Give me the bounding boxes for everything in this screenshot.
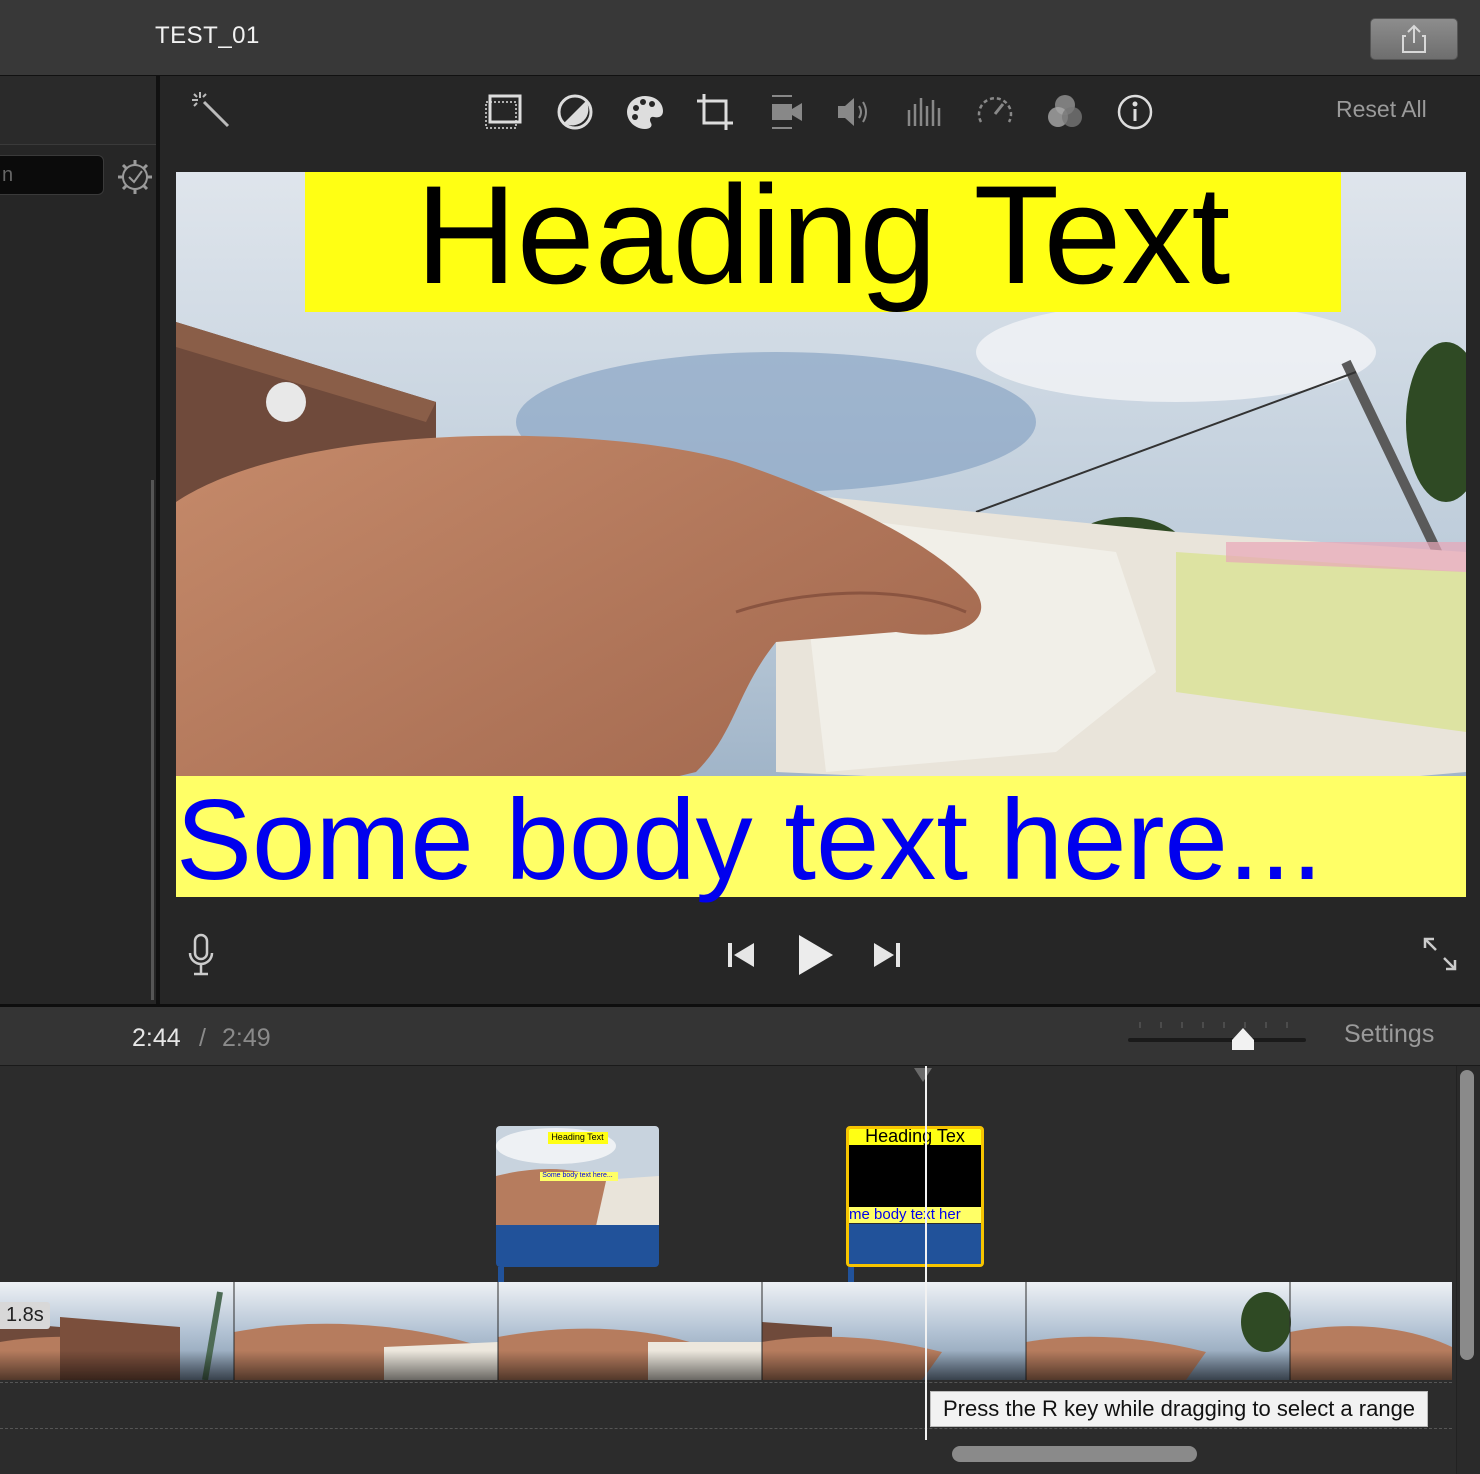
current-time: 2:44 — [132, 1024, 181, 1052]
playhead[interactable] — [925, 1066, 927, 1440]
skip-back-icon[interactable] — [726, 940, 756, 970]
timeline-zoom-slider[interactable] — [1128, 1018, 1306, 1054]
clip-heading-text: Heading Tex — [865, 1129, 965, 1145]
skip-forward-icon[interactable] — [872, 940, 902, 970]
clip-filter-icon[interactable] — [1045, 92, 1085, 132]
clip-body-text: me body text her — [849, 1207, 961, 1223]
body-title-text[interactable]: Some body text here... — [176, 778, 1323, 903]
search-input[interactable] — [0, 155, 104, 195]
project-title: TEST_01 — [155, 22, 260, 49]
search-placeholder: n — [2, 164, 14, 186]
clip-heading-text: Heading Text — [551, 1132, 604, 1142]
clip-black-frame — [849, 1145, 981, 1207]
clip-body-text: Some body text here... — [542, 1172, 613, 1179]
settings-button[interactable]: Settings — [1344, 1020, 1434, 1049]
skimmer-marker — [914, 1068, 932, 1082]
magic-wand-icon[interactable] — [190, 90, 232, 130]
heading-title-text[interactable]: Heading Text — [305, 160, 1341, 310]
share-button[interactable] — [1370, 18, 1458, 60]
title-clip[interactable]: Heading Text Some body text here... — [496, 1126, 659, 1267]
share-icon — [1402, 24, 1426, 53]
microphone-icon[interactable] — [186, 933, 216, 977]
crop-to-fill-icon[interactable] — [484, 92, 524, 132]
title-clip-bar — [496, 1225, 659, 1267]
clip-body-band: me body text her — [849, 1207, 981, 1223]
main-video-clip[interactable] — [0, 1282, 1452, 1380]
audio-lane-divider — [0, 1428, 1452, 1429]
noise-reduction-icon[interactable] — [905, 92, 945, 132]
total-time: 2:49 — [222, 1024, 271, 1052]
fullscreen-icon[interactable] — [1422, 936, 1458, 972]
duration-badge: 1.8s — [0, 1302, 50, 1329]
crop-icon[interactable] — [695, 92, 735, 132]
color-correction-icon[interactable] — [625, 92, 665, 132]
timeline-horizontal-scrollbar[interactable] — [952, 1446, 1197, 1462]
color-balance-icon[interactable] — [555, 92, 595, 132]
selected-title-clip[interactable]: Heading Tex me body text her — [846, 1126, 984, 1267]
speed-icon[interactable] — [975, 92, 1015, 132]
tooltip: Press the R key while dragging to select… — [930, 1391, 1429, 1427]
volume-icon[interactable] — [835, 92, 875, 132]
gear-icon[interactable] — [116, 158, 154, 196]
browser-scrollbar[interactable] — [151, 480, 154, 1000]
time-separator: / — [199, 1024, 206, 1052]
browser-panel — [0, 76, 156, 1004]
play-icon[interactable] — [795, 933, 835, 977]
audio-lane-divider — [0, 1382, 1452, 1383]
clip-heading-band: Heading Tex — [849, 1129, 981, 1145]
title-clip-bar — [849, 1224, 981, 1264]
reset-all-button[interactable]: Reset All — [1336, 96, 1427, 123]
stabilization-icon[interactable] — [766, 92, 806, 132]
info-icon[interactable] — [1115, 92, 1155, 132]
filmstrip — [0, 1282, 1452, 1380]
timeline-vertical-scrollbar[interactable] — [1460, 1070, 1474, 1360]
